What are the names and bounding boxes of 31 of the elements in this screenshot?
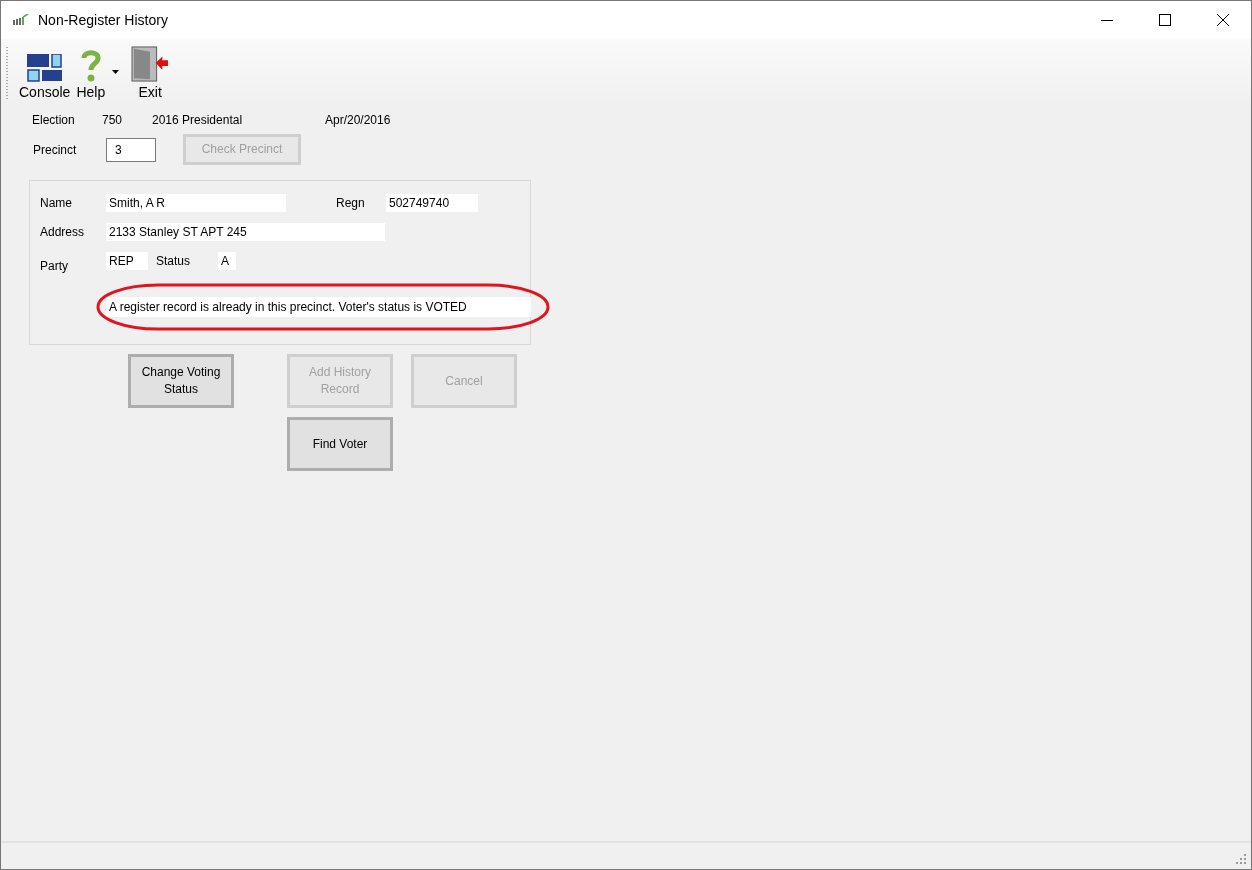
name-value: Smith, A R — [106, 194, 286, 212]
regn-label: Regn — [336, 196, 366, 210]
election-number: 750 — [102, 113, 124, 127]
address-label: Address — [40, 225, 86, 239]
exit-door-icon — [130, 46, 171, 82]
toolbar-button[interactable]: Exit — [127, 42, 174, 100]
election-name: 2016 Presidental — [152, 113, 244, 127]
dropdown-caret-icon[interactable] — [112, 70, 120, 74]
status-label: Status — [156, 254, 192, 268]
close-icon[interactable] — [1217, 14, 1229, 26]
address-value: 2133 Stanley ST APT 245 — [106, 223, 385, 241]
status-message: A register record is already in this precinct. Voter's status is VOTED — [106, 297, 531, 317]
toolbar-button[interactable]: Console — [16, 42, 74, 100]
form-button[interactable]: Find Voter — [287, 417, 393, 471]
resize-grip-icon — [1236, 854, 1247, 865]
election-date: Apr/20/2016 — [325, 113, 391, 127]
status-value: A — [218, 252, 236, 270]
precinct-label: Precinct — [33, 142, 78, 157]
precinct-field[interactable]: 3 — [106, 137, 156, 162]
party-value: REP — [106, 252, 148, 270]
toolbar-button[interactable]: Help — [73, 42, 128, 100]
window-title: Non-Register History — [38, 12, 168, 28]
panels-icon — [26, 54, 63, 82]
help-icon — [80, 50, 101, 82]
app-icon — [13, 14, 29, 26]
maximize-icon[interactable] — [1159, 14, 1171, 26]
election-label: Election — [32, 113, 76, 127]
party-label: Party — [40, 259, 69, 273]
name-label: Name — [40, 196, 73, 210]
form-button[interactable]: Change Voting Status — [128, 354, 234, 408]
regn-value: 502749740 — [386, 194, 478, 212]
